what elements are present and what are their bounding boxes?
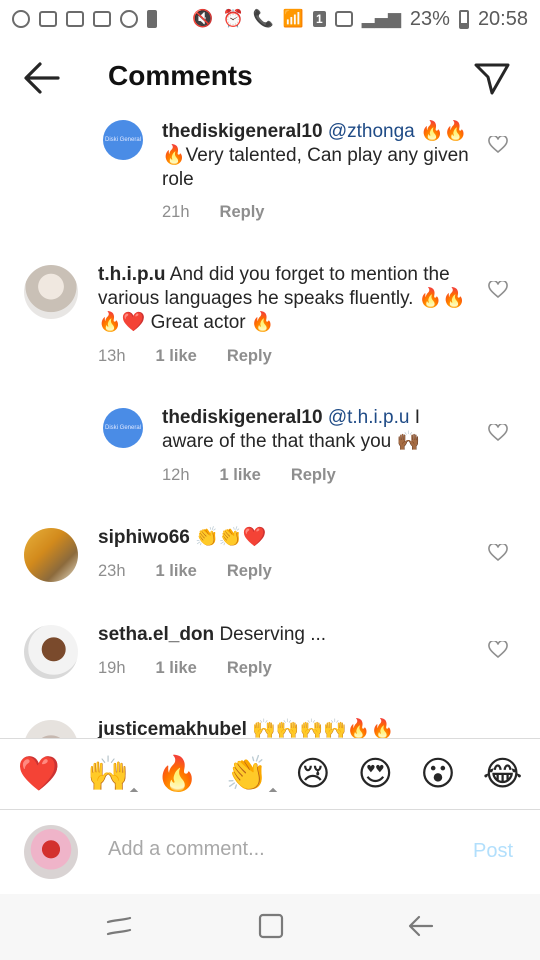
like-heart-icon[interactable] (488, 641, 508, 659)
comment-time: 23h (98, 562, 126, 580)
camera-icon (120, 10, 138, 28)
like-heart-icon[interactable] (488, 136, 508, 154)
comments-list: Diski General thediskigeneral10 @zthonga… (0, 118, 540, 738)
comment-item: setha.el_don Deserving ... 19h 1 like Re… (0, 623, 540, 713)
comment-item: Diski General thediskigeneral10 @t.h.i.p… (0, 406, 540, 506)
avatar[interactable] (24, 625, 78, 679)
comment-meta: 19h 1 like Reply (98, 659, 272, 678)
system-nav-bar (0, 894, 540, 960)
wifi-icon: 📶 (282, 8, 304, 29)
emoji-cry-button[interactable]: 😢 (295, 757, 330, 791)
reply-button[interactable]: Reply (227, 347, 272, 366)
comment-username[interactable]: thediskigeneral10 (162, 407, 323, 428)
avatar[interactable] (24, 265, 78, 319)
comment-item: justicemakhubel 🙌🙌🙌🙌🔥🔥 (0, 718, 540, 738)
alarm-icon: ⏰ (222, 8, 244, 29)
avatar[interactable] (24, 528, 78, 582)
sim-badge: 1 (312, 11, 326, 27)
like-heart-icon[interactable] (488, 544, 508, 562)
back-arrow-icon[interactable] (22, 60, 62, 96)
comment-username[interactable]: setha.el_don (98, 624, 214, 645)
gmail-icon-2 (66, 11, 84, 27)
comment-time: 19h (98, 659, 126, 677)
comment-username[interactable]: justicemakhubel (98, 719, 247, 738)
battery-icon (458, 9, 469, 29)
comment-text: Deserving ... (219, 624, 327, 645)
comment-body: thediskigeneral10 @t.h.i.p.u I aware of … (162, 406, 472, 454)
comment-time: 21h (162, 203, 190, 221)
comment-meta: 12h 1 like Reply (162, 466, 336, 485)
status-bar: 🔇 ⏰ 📞 📶 1 ▂▄▆ 23% 20:58 (0, 0, 540, 38)
reply-button[interactable]: Reply (220, 203, 265, 222)
comment-time: 12h (162, 466, 190, 484)
comment-meta: 21h Reply (162, 203, 264, 222)
comment-item: siphiwo66 👏👏❤️ 23h 1 like Reply (0, 526, 540, 616)
emoji-raised-hands-button[interactable]: 🙌 (87, 757, 129, 791)
likes-count[interactable]: 1 like (156, 347, 197, 366)
clock: 20:58 (477, 7, 528, 30)
gmail-icon (39, 11, 57, 27)
likes-count[interactable]: 1 like (220, 466, 261, 485)
emoji-fire-button[interactable]: 🔥 (156, 757, 198, 791)
mute-icon: 🔇 (192, 8, 214, 29)
comment-body: thediskigeneral10 @zthonga 🔥🔥🔥Very talen… (162, 120, 472, 192)
comment-body: justicemakhubel 🙌🙌🙌🙌🔥🔥 (98, 718, 473, 738)
status-notifications (12, 10, 157, 28)
sd-card-icon (147, 10, 157, 28)
comment-composer: Post (0, 810, 540, 894)
comment-body: t.h.i.p.u And did you forget to mention … (98, 263, 473, 335)
comment-meta: 13h 1 like Reply (98, 347, 272, 366)
signal-icon: ▂▄▆ (361, 8, 401, 29)
like-heart-icon[interactable] (488, 424, 508, 442)
avatar-logo-text: Diski General (104, 425, 141, 431)
recent-apps-icon[interactable] (104, 912, 134, 940)
comment-body: siphiwo66 👏👏❤️ (98, 526, 473, 550)
reply-button[interactable]: Reply (291, 466, 336, 485)
status-system: 🔇 ⏰ 📞 📶 1 ▂▄▆ 23% 20:58 (192, 8, 528, 31)
comment-item: Diski General thediskigeneral10 @zthonga… (0, 118, 540, 238)
battery-percent: 23% (409, 7, 450, 30)
comment-body: setha.el_don Deserving ... (98, 623, 473, 647)
emoji-clap-button[interactable]: 👏 (226, 757, 268, 791)
direct-send-icon[interactable] (472, 60, 512, 96)
emoji-surprised-button[interactable]: 😮 (420, 757, 455, 791)
avatar[interactable]: Diski General (103, 120, 143, 160)
emoji-heart-eyes-button[interactable]: 😍 (358, 757, 393, 791)
emoji-joy-button[interactable]: 😂 (483, 757, 523, 791)
instagram-icon (12, 10, 30, 28)
reply-button[interactable]: Reply (227, 562, 272, 581)
comment-mention[interactable]: @t.h.i.p.u (328, 407, 410, 428)
reply-button[interactable]: Reply (227, 659, 272, 678)
like-heart-icon[interactable] (488, 281, 508, 299)
comment-time: 13h (98, 347, 126, 365)
home-icon[interactable] (256, 912, 286, 940)
comment-username[interactable]: thediskigeneral10 (162, 121, 323, 142)
page-title: Comments (108, 60, 253, 91)
emoji-heart-button[interactable]: ❤️ (18, 757, 60, 791)
post-button[interactable]: Post (473, 840, 513, 863)
emoji-quick-bar: ❤️ 🙌 🔥 👏 😢 😍 😮 😂 (0, 738, 540, 810)
call-icon: 📞 (252, 8, 274, 29)
comment-input[interactable] (108, 838, 438, 861)
comment-meta: 23h 1 like Reply (98, 562, 272, 581)
comment-username[interactable]: t.h.i.p.u (98, 264, 166, 285)
no-signal-icon (334, 11, 353, 27)
back-nav-icon[interactable] (406, 912, 436, 940)
avatar-logo-text: Diski General (104, 137, 141, 143)
comment-mention[interactable]: @zthonga (328, 121, 415, 142)
gallery-icon (93, 11, 111, 27)
comment-item: t.h.i.p.u And did you forget to mention … (0, 263, 540, 393)
avatar[interactable] (24, 720, 78, 738)
comment-text: 👏👏❤️ (195, 527, 267, 548)
avatar[interactable]: Diski General (103, 408, 143, 448)
comment-text: 🙌🙌🙌🙌🔥🔥 (252, 719, 395, 738)
likes-count[interactable]: 1 like (156, 659, 197, 678)
current-user-avatar (24, 825, 78, 879)
header: Comments (0, 38, 540, 118)
comment-username[interactable]: siphiwo66 (98, 527, 190, 548)
likes-count[interactable]: 1 like (156, 562, 197, 581)
